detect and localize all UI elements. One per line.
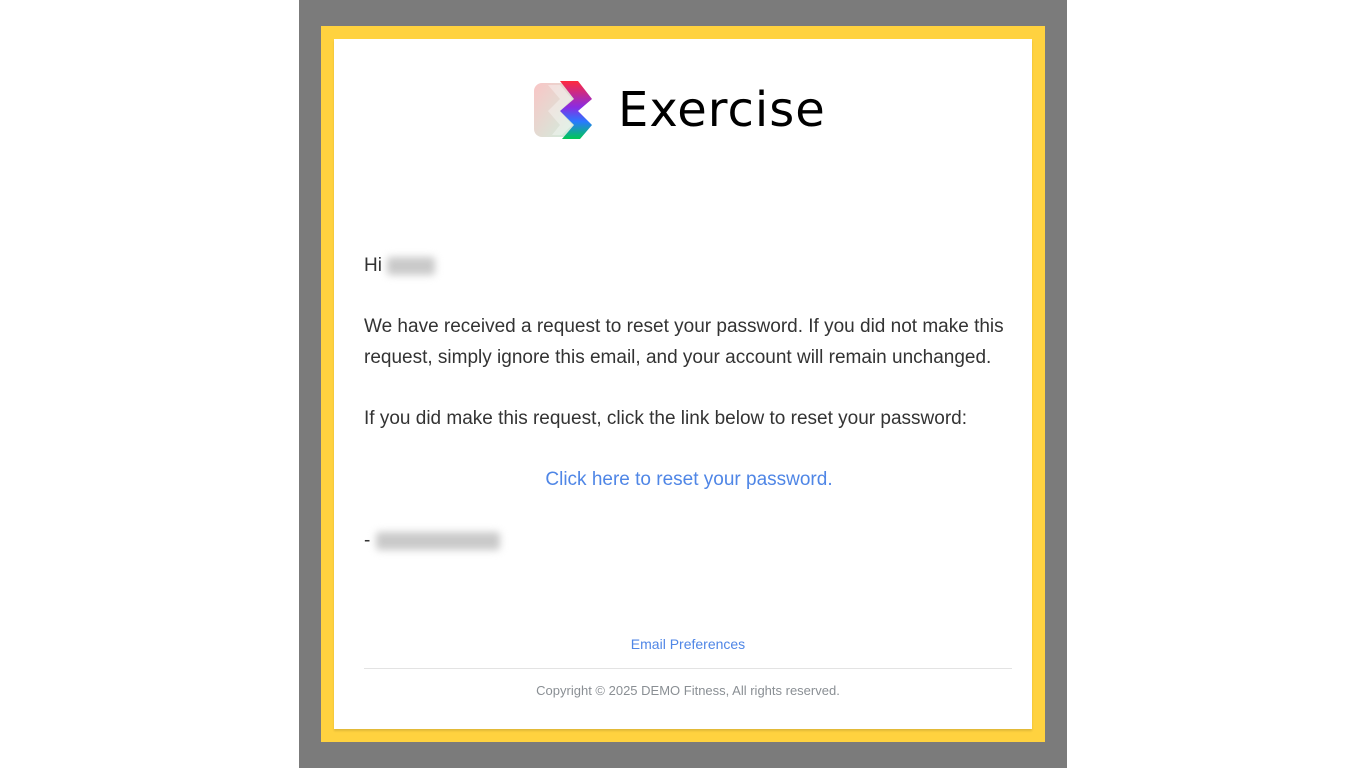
highlight-frame: Exercise Hi We have received a request t… bbox=[321, 26, 1045, 742]
reset-link-container: Click here to reset your password. bbox=[364, 464, 1014, 495]
footer-divider bbox=[364, 668, 1012, 669]
email-card: Exercise Hi We have received a request t… bbox=[334, 39, 1032, 729]
paragraph-request-received: We have received a request to reset your… bbox=[364, 316, 1004, 368]
greeting-prefix: Hi bbox=[364, 255, 382, 276]
email-footer: Email Preferences Copyright © 2025 DEMO … bbox=[364, 635, 1012, 698]
email-body: Hi We have received a request to reset y… bbox=[364, 250, 1014, 556]
exercise-logo-icon bbox=[534, 81, 592, 139]
brand-logo: Exercise bbox=[534, 81, 826, 139]
greeting: Hi bbox=[364, 250, 1014, 281]
redacted-recipient-name bbox=[387, 256, 436, 275]
signoff: - bbox=[364, 525, 1014, 556]
email-preferences-link[interactable]: Email Preferences bbox=[631, 635, 745, 653]
brand-name: Exercise bbox=[618, 82, 826, 138]
page: Exercise Hi We have received a request t… bbox=[0, 0, 1366, 768]
redacted-sender-name bbox=[375, 531, 500, 550]
reset-password-link[interactable]: Click here to reset your password. bbox=[545, 469, 832, 490]
copyright-text: Copyright © 2025 DEMO Fitness, All right… bbox=[536, 683, 840, 698]
signoff-dash: - bbox=[364, 530, 371, 551]
paragraph-instructions: If you did make this request, click the … bbox=[364, 408, 967, 429]
